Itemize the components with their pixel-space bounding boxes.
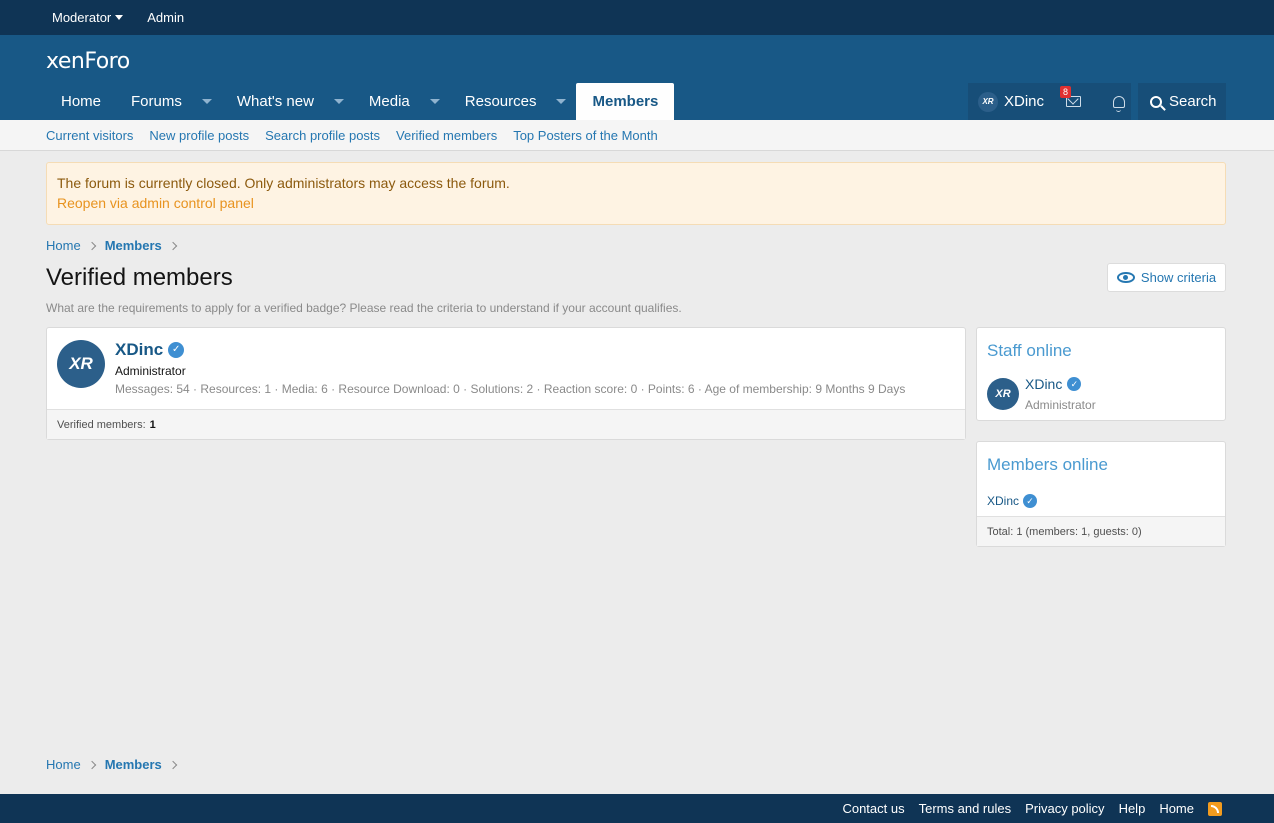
reopen-link[interactable]: Reopen via admin control panel: [57, 195, 1215, 211]
subnav-top-posters[interactable]: Top Posters of the Month: [513, 128, 658, 143]
subnav-new-profile-posts[interactable]: New profile posts: [149, 128, 249, 143]
breadcrumb-members[interactable]: Members: [105, 238, 162, 253]
staff-name: XDinc ✓: [1025, 376, 1082, 392]
members-online-total: Total: 1 (members: 1, guests: 0): [977, 516, 1225, 546]
chevron-down-icon[interactable]: [333, 99, 344, 104]
tab-label: Forums: [131, 93, 182, 110]
page-description: What are the requirements to apply for a…: [46, 301, 682, 315]
verified-count: 1: [149, 418, 156, 431]
rss-icon[interactable]: [1208, 801, 1222, 816]
tab-label: Members: [592, 93, 659, 110]
tab-members[interactable]: Members: [576, 83, 675, 120]
caret-down-icon: [115, 15, 124, 20]
bell-icon[interactable]: [1113, 95, 1126, 112]
tab-resources[interactable]: Resources: [450, 83, 577, 120]
member-stats: Messages: 54 · Resources: 1 · Media: 6 ·…: [115, 382, 906, 396]
chevron-right-icon: [87, 760, 96, 769]
footer-contact[interactable]: Contact us: [842, 801, 904, 816]
admin-link[interactable]: Admin: [147, 10, 184, 25]
page-title: Verified members: [46, 264, 233, 291]
staff-online-title[interactable]: Staff online: [987, 341, 1072, 361]
site-logo[interactable]: xenForo: [46, 49, 130, 74]
staff-role: Administrator: [1025, 398, 1096, 412]
staff-bar: Moderator Admin: [0, 0, 1274, 35]
breadcrumb-bottom: Home Members: [46, 757, 186, 772]
member-title: Administrator: [115, 364, 186, 378]
search-label: Search: [1169, 93, 1217, 110]
member-name-link[interactable]: XDinc: [115, 340, 163, 360]
main-nav: Home Forums What's new Media Resources M…: [46, 83, 675, 120]
tab-label: Resources: [464, 93, 537, 110]
list-item: XR XDinc ✓ Administrator Messages: 54 · …: [47, 328, 965, 410]
tab-whats-new[interactable]: What's new: [222, 83, 354, 120]
subnav-current-visitors[interactable]: Current visitors: [46, 128, 133, 143]
tab-label: What's new: [236, 93, 314, 110]
notice-message: The forum is currently closed. Only admi…: [57, 175, 510, 191]
moderator-label: Moderator: [52, 10, 112, 25]
chevron-down-icon[interactable]: [429, 99, 440, 104]
tab-home[interactable]: Home: [46, 83, 116, 120]
forum-closed-notice: The forum is currently closed. Only admi…: [46, 162, 1226, 225]
verified-check-icon: ✓: [1023, 494, 1038, 508]
avatar[interactable]: XR: [57, 340, 105, 388]
chevron-right-icon: [87, 241, 96, 250]
tab-label: Media: [368, 93, 410, 110]
block-footer: Verified members: 1: [47, 409, 965, 439]
avatar[interactable]: XR: [978, 91, 998, 112]
staff-online-widget: Staff online XR XDinc ✓ Administrator: [976, 327, 1226, 421]
chevron-down-icon[interactable]: [556, 99, 567, 104]
show-criteria-button[interactable]: Show criteria: [1107, 263, 1226, 292]
breadcrumb-home[interactable]: Home: [46, 757, 81, 772]
tab-forums[interactable]: Forums: [116, 83, 222, 120]
footer-privacy[interactable]: Privacy policy: [1025, 801, 1104, 816]
search-icon: [1150, 95, 1162, 108]
chevron-right-icon: [168, 241, 178, 250]
footer-help[interactable]: Help: [1119, 801, 1146, 816]
breadcrumb-members[interactable]: Members: [105, 757, 162, 772]
breadcrumb-home[interactable]: Home: [46, 238, 81, 253]
staff-name-link[interactable]: XDinc: [1025, 376, 1062, 392]
verified-check-icon: ✓: [168, 342, 185, 358]
inbox-icon[interactable]: 8: [1060, 86, 1082, 107]
online-member-link[interactable]: XDinc: [987, 494, 1019, 508]
members-online-title[interactable]: Members online: [987, 455, 1108, 475]
site-footer: Contact us Terms and rules Privacy polic…: [0, 794, 1274, 823]
verified-check-icon: ✓: [1067, 377, 1082, 391]
subnav-verified-members[interactable]: Verified members: [396, 128, 497, 143]
chevron-down-icon[interactable]: [201, 99, 212, 104]
inbox-count-badge: 8: [1060, 86, 1072, 98]
footer-home[interactable]: Home: [1159, 801, 1194, 816]
online-total-text: Total: 1 (members: 1, guests: 0): [987, 525, 1142, 538]
account-link[interactable]: XDinc: [1004, 93, 1044, 110]
sub-nav: Current visitors New profile posts Searc…: [0, 120, 1274, 151]
eye-icon: [1116, 272, 1135, 283]
footer-terms[interactable]: Terms and rules: [919, 801, 1011, 816]
tab-media[interactable]: Media: [354, 83, 450, 120]
avatar[interactable]: XR: [987, 378, 1019, 410]
criteria-label: Show criteria: [1140, 270, 1217, 285]
verified-count-label: Verified members:: [57, 418, 146, 431]
list-item: XDinc ✓: [987, 494, 1038, 508]
members-online-widget: Members online XDinc ✓ Total: 1 (members…: [976, 441, 1226, 547]
moderator-menu[interactable]: Moderator: [52, 10, 124, 25]
site-header: xenForo Home Forums What's new Media Res…: [0, 35, 1274, 120]
chevron-right-icon: [168, 760, 178, 769]
search-button[interactable]: Search: [1138, 83, 1226, 120]
tab-label: Home: [61, 93, 102, 110]
breadcrumb: Home Members: [46, 238, 186, 253]
subnav-search-profile-posts[interactable]: Search profile posts: [265, 128, 380, 143]
verified-members-list: XR XDinc ✓ Administrator Messages: 54 · …: [46, 327, 966, 440]
user-box: XR XDinc 8: [968, 83, 1131, 120]
member-name: XDinc ✓: [115, 340, 185, 360]
